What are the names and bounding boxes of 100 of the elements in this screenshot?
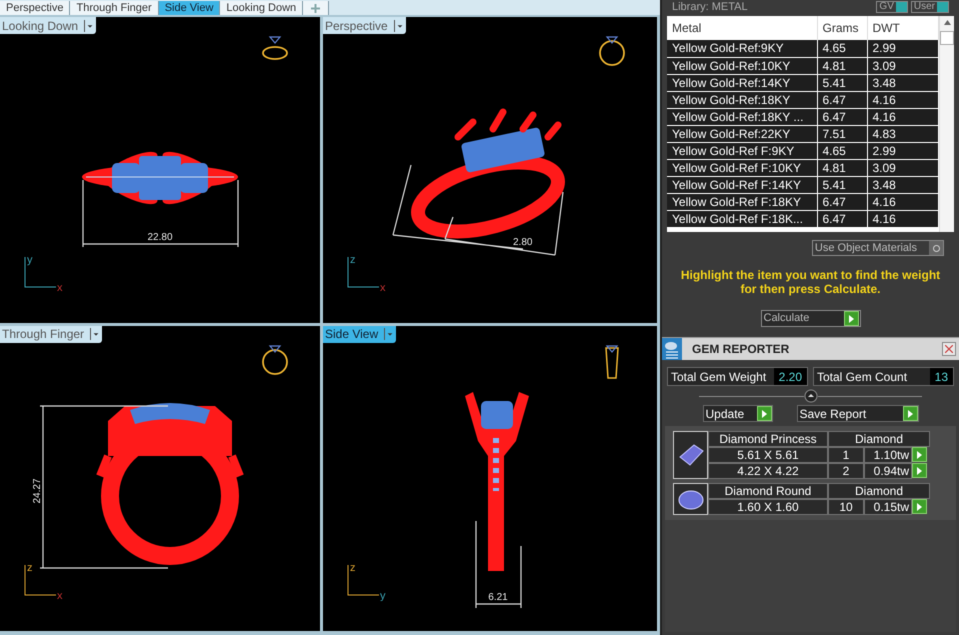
table-cell: Yellow Gold-Ref:10KY xyxy=(667,57,817,74)
play-icon xyxy=(902,406,918,421)
metal-row[interactable]: Yellow Gold-Ref:18KY 6.47 4.16 xyxy=(667,91,938,108)
caret-icon xyxy=(84,20,94,32)
metal-row[interactable]: Yellow Gold-Ref F:9KY 4.65 2.99 xyxy=(667,142,938,159)
viewport[interactable]: 24.27 Through Finger z x xyxy=(0,326,320,631)
table-cell: 6.47 xyxy=(817,210,867,227)
scroll-thumb[interactable] xyxy=(940,31,954,45)
add-tab-button[interactable] xyxy=(303,1,330,15)
close-icon xyxy=(945,345,953,353)
gem-name: Diamond Round xyxy=(708,483,828,499)
library-toggle[interactable]: GV xyxy=(876,1,908,13)
view-label: Looking Down xyxy=(2,18,80,34)
field-value: 13 xyxy=(930,368,953,385)
view-menu[interactable]: Through Finger xyxy=(0,326,102,342)
view-menu[interactable]: Perspective xyxy=(323,17,406,34)
field-value: 2.20 xyxy=(774,368,807,385)
instruction-text: Highlight the item you want to find the weight for then press Calculate. xyxy=(680,268,942,296)
library-toggle[interactable]: User xyxy=(910,1,949,13)
metal-row[interactable]: Yellow Gold-Ref:9KY 4.65 2.99 xyxy=(667,40,938,57)
view-label: Perspective xyxy=(325,18,389,34)
field-label: Total Gem Weight xyxy=(670,368,766,386)
gem-name: Diamond Princess xyxy=(708,431,828,447)
gem-count: 1 xyxy=(828,447,864,463)
view-tab[interactable]: Perspective xyxy=(0,1,70,15)
viewport[interactable]: 6.21 Side View z y xyxy=(323,326,657,631)
table-cell: Yellow Gold-Ref:18KY xyxy=(667,91,817,108)
caret-icon xyxy=(90,328,100,340)
caret-icon xyxy=(384,328,394,340)
axis-label: z xyxy=(27,562,32,574)
play-icon xyxy=(912,499,927,514)
view-label: Through Finger xyxy=(2,326,86,343)
view-tab[interactable]: Side View xyxy=(158,1,220,15)
axis-label: x xyxy=(380,282,386,292)
table-cell: Yellow Gold-Ref F:18K... xyxy=(667,210,817,227)
play-icon xyxy=(912,447,927,462)
view-tab[interactable]: Looking Down xyxy=(220,1,304,15)
radio-icon xyxy=(929,241,943,255)
gem-type: Diamond xyxy=(828,431,930,447)
view-menu[interactable]: Side View xyxy=(323,326,396,342)
table-cell: Yellow Gold-Ref:14KY xyxy=(667,74,817,91)
table-cell: Yellow Gold-Ref:9KY xyxy=(667,40,817,57)
view-tab[interactable]: Through Finger xyxy=(70,1,159,15)
table-cell: 4.81 xyxy=(817,57,867,74)
metal-row[interactable]: Yellow Gold-Ref:14KY 5.41 3.48 xyxy=(667,74,938,91)
play-icon xyxy=(756,406,772,421)
dimension-label: 6.21 xyxy=(488,592,508,602)
view-label: Side View xyxy=(325,326,380,343)
table-cell: 5.41 xyxy=(817,74,867,91)
gem-weight: 1.10tw xyxy=(864,447,912,463)
gem-size: 1.60 X 1.60 xyxy=(708,499,828,515)
play-icon xyxy=(844,311,858,326)
select-gem-button[interactable] xyxy=(912,499,927,515)
dimension-label: 2.80 xyxy=(513,237,532,248)
report-icon xyxy=(662,338,682,360)
viewport[interactable]: 2.80 Perspective z x xyxy=(323,17,657,322)
axis-label: y xyxy=(27,254,32,266)
gem-size: 5.61 X 5.61 xyxy=(708,447,828,463)
scroll-up-icon xyxy=(944,20,950,25)
table-cell: 6.47 xyxy=(817,91,867,108)
toggle-icon xyxy=(937,2,948,12)
report-button[interactable]: Update xyxy=(702,405,772,422)
library-title: Library: METAL xyxy=(672,1,748,13)
table-cell: Yellow Gold-Ref F:14KY xyxy=(667,176,817,193)
caret-icon xyxy=(394,20,404,32)
metal-row[interactable]: Yellow Gold-Ref:10KY 4.81 3.09 xyxy=(667,57,938,74)
table-cell: Yellow Gold-Ref:22KY xyxy=(667,125,817,142)
panel-title: GEM REPORTER xyxy=(692,341,790,358)
use-object-materials-toggle[interactable]: Use Object Materials xyxy=(812,240,944,256)
table-cell: Yellow Gold-Ref F:10KY xyxy=(667,159,817,176)
table-cell: Yellow Gold-Ref F:18KY xyxy=(667,193,817,210)
report-button[interactable]: Save Report xyxy=(796,405,918,422)
metal-row[interactable]: Yellow Gold-Ref F:18KY 6.47 4.16 xyxy=(667,193,938,210)
select-gem-button[interactable] xyxy=(912,447,927,463)
metal-row[interactable]: Yellow Gold-Ref:18KY ... 6.47 4.16 xyxy=(667,108,938,125)
metal-row[interactable]: Yellow Gold-Ref F:10KY 4.81 3.09 xyxy=(667,159,938,176)
metal-row[interactable]: Yellow Gold-Ref F:14KY 5.41 3.48 xyxy=(667,176,938,193)
gem-type: Diamond xyxy=(828,483,930,499)
viewport[interactable]: 22.80 Looking Down y x xyxy=(0,17,320,322)
table-cell: 4.65 xyxy=(817,142,867,159)
calculate-button[interactable]: Calculate xyxy=(760,310,860,327)
axis-label: z xyxy=(350,254,356,266)
table-cell: Yellow Gold-Ref F:9KY xyxy=(667,142,817,159)
select-gem-button[interactable] xyxy=(912,463,927,479)
gem-count: 10 xyxy=(828,499,864,515)
close-button[interactable] xyxy=(942,342,956,356)
plus-icon xyxy=(311,4,320,12)
table-cell: 6.47 xyxy=(817,108,867,125)
play-icon xyxy=(912,463,927,478)
axis-label: x xyxy=(57,590,62,601)
metal-row[interactable]: Yellow Gold-Ref:22KY 7.51 4.83 xyxy=(667,125,938,142)
collapse-icon[interactable] xyxy=(804,389,818,403)
axis-label: z xyxy=(350,562,356,574)
gem-size: 4.22 X 4.22 xyxy=(708,463,828,479)
metal-row[interactable]: Yellow Gold-Ref F:18K... 6.47 4.16 xyxy=(667,210,938,227)
scrollbar[interactable] xyxy=(939,16,954,232)
view-menu[interactable]: Looking Down xyxy=(0,17,96,34)
gem-count: 2 xyxy=(828,463,864,479)
field-label: Total Gem Count xyxy=(816,368,908,386)
axis-label: y xyxy=(380,590,386,601)
